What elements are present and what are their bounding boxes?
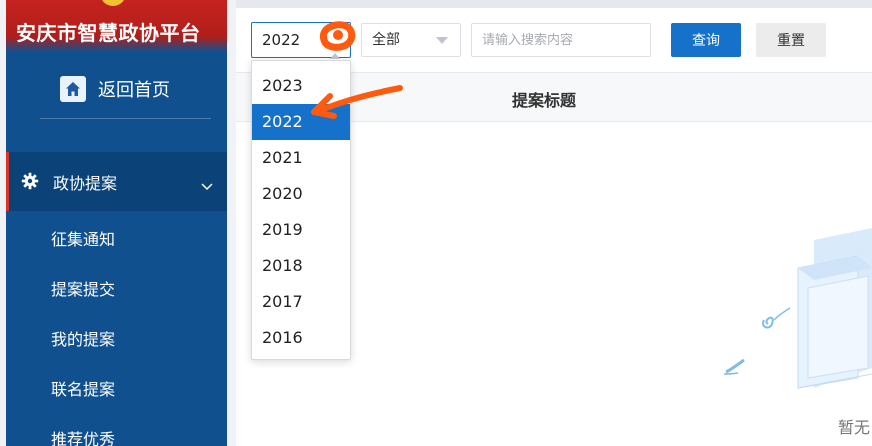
empty-state-text: 暂无 xyxy=(838,418,871,437)
sidebar-item-label: 提案提交 xyxy=(51,280,116,299)
search-input[interactable] xyxy=(471,23,651,57)
home-label: 返回首页 xyxy=(98,80,170,101)
sidebar-item-label: 推荐优秀 xyxy=(51,430,116,446)
year-option[interactable]: 2017 xyxy=(252,284,350,320)
query-button[interactable]: 查询 xyxy=(671,23,741,57)
sidebar-divider xyxy=(40,118,211,119)
scope-select-value: 全部 xyxy=(372,32,400,48)
sidebar-header: 安庆市智慧政协平台 xyxy=(6,0,227,52)
chevron-down-icon xyxy=(201,176,213,195)
home-icon xyxy=(60,76,86,102)
caret-down-icon xyxy=(436,37,448,44)
sidebar-item-submit-proposal[interactable]: 提案提交 xyxy=(6,263,227,313)
sidebar-item-label: 我的提案 xyxy=(51,330,116,349)
year-option[interactable]: 2019 xyxy=(252,212,350,248)
column-header-title: 提案标题 xyxy=(512,91,577,110)
sidebar-item-collection-notice[interactable]: 征集通知 xyxy=(6,213,227,263)
scope-select[interactable]: 全部 xyxy=(361,23,461,57)
sidebar-item-label: 征集通知 xyxy=(51,230,116,249)
sidebar-item-label: 联名提案 xyxy=(51,380,116,399)
sidebar-item-recommend-excellent[interactable]: 推荐优秀 xyxy=(6,413,227,446)
menu-group-label: 政协提案 xyxy=(53,173,118,193)
year-option[interactable]: 2020 xyxy=(252,176,350,212)
year-option[interactable]: 2018 xyxy=(252,248,350,284)
year-option[interactable]: 2021 xyxy=(252,140,350,176)
empty-box-illustration xyxy=(723,228,872,389)
reset-button[interactable]: 重置 xyxy=(756,23,826,57)
year-option[interactable]: 2016 xyxy=(252,320,350,356)
app-title: 安庆市智慧政协平台 xyxy=(16,21,201,45)
sidebar-item-joint-proposals[interactable]: 联名提案 xyxy=(6,363,227,413)
annotation-arrow-icon xyxy=(311,85,403,119)
top-strip xyxy=(236,0,872,8)
annotation-circle-icon xyxy=(319,21,356,51)
emblem-icon xyxy=(100,0,126,6)
sidebar-item-my-proposals[interactable]: 我的提案 xyxy=(6,313,227,363)
year-select-value: 2022 xyxy=(262,31,301,49)
gear-icon xyxy=(21,172,39,194)
menu-group-proposals[interactable]: 政协提案 xyxy=(6,152,227,211)
home-link[interactable]: 返回首页 xyxy=(60,74,170,104)
sidebar: 安庆市智慧政协平台 返回首页 政协提案 征集通知 提案提交 我的提案 联名提案 … xyxy=(0,0,227,446)
